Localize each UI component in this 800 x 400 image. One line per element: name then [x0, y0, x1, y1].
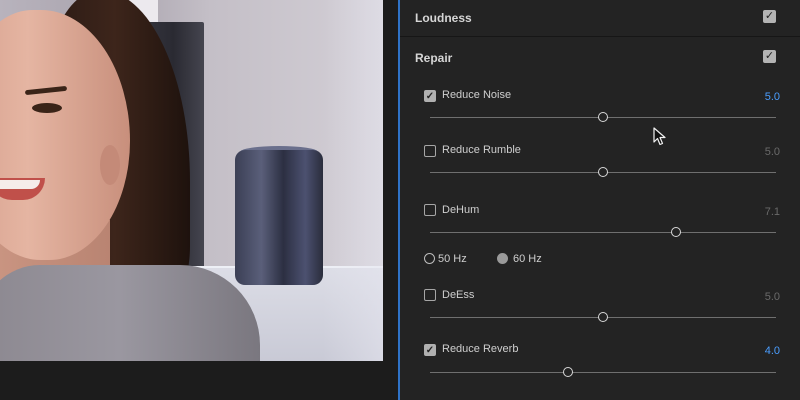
dehum-50hz-radio[interactable] [424, 253, 435, 264]
dehum-label: DeHum [442, 204, 480, 216]
reduce-reverb-checkbox[interactable]: ✓ [424, 344, 436, 356]
reduce-noise-slider[interactable] [430, 112, 776, 122]
reduce-rumble-slider[interactable] [430, 167, 776, 177]
reduce-noise-label: Reduce Noise [442, 89, 512, 101]
reduce-noise-slider-thumb[interactable] [598, 112, 608, 122]
reduce-noise-checkbox[interactable]: ✓ [424, 90, 436, 102]
dehum-slider-thumb[interactable] [670, 227, 681, 237]
person-ear [100, 145, 120, 185]
preview-gutter [383, 0, 398, 361]
repair-checkbox[interactable]: ✓ [763, 50, 776, 63]
check-icon: ✓ [425, 91, 435, 102]
deess-slider-thumb[interactable] [598, 312, 608, 322]
window-light [323, 0, 383, 361]
check-icon: ✓ [764, 10, 775, 22]
deess-checkbox[interactable] [424, 289, 436, 301]
loudness-title: Loudness [415, 11, 472, 25]
reduce-rumble-label: Reduce Rumble [442, 144, 521, 156]
section-divider [400, 36, 800, 37]
reduce-noise-value[interactable]: 5.0 [765, 91, 780, 103]
dehum-slider[interactable] [430, 227, 776, 237]
reduce-reverb-label: Reduce Reverb [442, 343, 519, 355]
deess-slider[interactable] [430, 312, 776, 322]
person-eye [32, 103, 62, 113]
deess-label: DeEss [442, 289, 475, 301]
dehum-value[interactable]: 7.1 [765, 206, 780, 218]
reduce-reverb-slider[interactable] [430, 367, 776, 377]
reduce-rumble-checkbox[interactable] [424, 145, 436, 157]
background-device [235, 150, 323, 285]
dehum-60hz-label: 60 Hz [513, 253, 542, 265]
reduce-rumble-value[interactable]: 5.0 [765, 146, 780, 158]
person-teeth [0, 180, 40, 189]
mouse-pointer-icon [653, 127, 666, 146]
preview-footer [0, 361, 398, 400]
dehum-60hz-radio[interactable] [497, 253, 508, 264]
reduce-reverb-value[interactable]: 4.0 [765, 345, 780, 357]
deess-value[interactable]: 5.0 [765, 291, 780, 303]
reduce-rumble-slider-thumb[interactable] [598, 167, 608, 177]
check-icon: ✓ [425, 345, 435, 356]
dehum-checkbox[interactable] [424, 204, 436, 216]
video-preview [0, 0, 383, 361]
essential-sound-panel: Loudness ✓ Repair ✓ ✓ Reduce Noise 5.0 R… [400, 0, 800, 400]
reduce-reverb-slider-thumb[interactable] [563, 367, 574, 377]
loudness-checkbox[interactable]: ✓ [763, 10, 776, 23]
check-icon: ✓ [764, 50, 775, 62]
dehum-50hz-label: 50 Hz [438, 253, 467, 265]
repair-title: Repair [415, 51, 453, 65]
person-shirt [0, 265, 260, 361]
